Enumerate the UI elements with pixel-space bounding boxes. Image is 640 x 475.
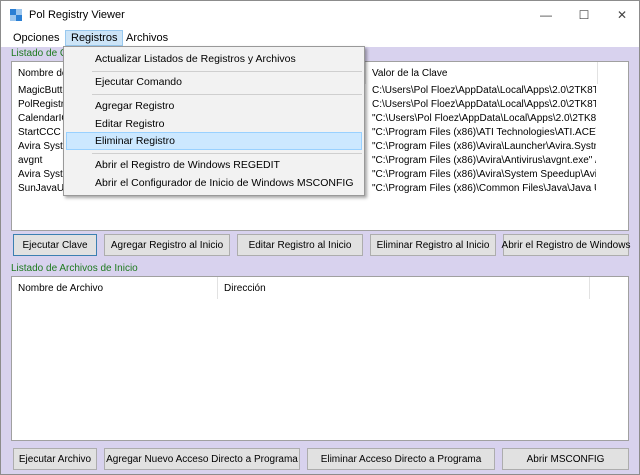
menu-bar: Opciones Registros Archivos: [1, 29, 639, 47]
window-title: Pol Registry Viewer: [29, 9, 125, 21]
title-bar[interactable]: Pol Registry Viewer — ☐ ✕: [1, 1, 639, 29]
row-value[interactable]: "C:\Program Files (x86)\Common Files\Jav…: [372, 183, 596, 197]
row-name[interactable]: avgnt: [18, 155, 68, 169]
abrir-registro-windows-button[interactable]: Abrir el Registro de Windows: [502, 234, 630, 256]
archivos-list[interactable]: Nombre de Archivo Dirección: [11, 276, 629, 441]
row-value[interactable]: "C:\Program Files (x86)\ATI Technologies…: [372, 127, 596, 141]
ejecutar-clave-button[interactable]: Ejecutar Clave: [13, 234, 97, 256]
app-window: Pol Registry Viewer — ☐ ✕ Opciones Regis…: [0, 0, 640, 475]
menu-item-abrir-msconfig[interactable]: Abrir el Configurador de Inicio de Windo…: [66, 174, 362, 192]
menu-item-actualizar-listados[interactable]: Actualizar Listados de Registros y Archi…: [66, 50, 362, 68]
menu-item-eliminar-registro[interactable]: Eliminar Registro: [66, 132, 362, 150]
column-header-nombre-archivo[interactable]: Nombre de Archivo: [12, 277, 218, 299]
menu-separator: [92, 71, 362, 72]
row-name[interactable]: SunJavaUp: [18, 183, 68, 197]
registry-app-icon: [10, 9, 22, 21]
archivos-group-label: Listado de Archivos de Inicio: [11, 263, 138, 274]
registros-dropdown-menu: Actualizar Listados de Registros y Archi…: [63, 46, 365, 196]
minimize-button[interactable]: —: [529, 1, 563, 29]
row-name[interactable]: MagicButto: [18, 85, 68, 99]
row-name[interactable]: PolRegistry\: [18, 99, 68, 113]
row-value[interactable]: "C:\Users\Pol Floez\AppData\Local\Apps\2…: [372, 113, 596, 127]
row-name[interactable]: Avira Systra: [18, 141, 68, 155]
ejecutar-archivo-button[interactable]: Ejecutar Archivo: [13, 448, 97, 470]
row-value[interactable]: "C:\Program Files (x86)\Avira\System Spe…: [372, 169, 596, 183]
editar-registro-inicio-button[interactable]: Editar Registro al Inicio: [237, 234, 363, 256]
menu-archivos[interactable]: Archivos: [120, 30, 174, 46]
menu-opciones[interactable]: Opciones: [7, 30, 65, 46]
eliminar-registro-inicio-button[interactable]: Eliminar Registro al Inicio: [370, 234, 496, 256]
row-name[interactable]: StartCCC: [18, 127, 68, 141]
column-header-direccion[interactable]: Dirección: [218, 277, 590, 299]
menu-item-editar-registro[interactable]: Editar Registro: [66, 115, 362, 133]
close-button[interactable]: ✕: [605, 1, 639, 29]
row-name[interactable]: CalendarIO: [18, 113, 68, 127]
column-header-valor[interactable]: Valor de la Clave: [366, 62, 598, 84]
menu-item-agregar-registro[interactable]: Agregar Registro: [66, 97, 362, 115]
row-name[interactable]: Avira Systen: [18, 169, 68, 183]
menu-separator: [92, 153, 362, 154]
eliminar-acceso-directo-button[interactable]: Eliminar Acceso Directo a Programa: [307, 448, 495, 470]
agregar-acceso-directo-button[interactable]: Agregar Nuevo Acceso Directo a Programa: [104, 448, 300, 470]
row-value[interactable]: C:\Users\Pol Floez\AppData\Local\Apps\2.…: [372, 99, 596, 113]
row-value[interactable]: "C:\Program Files (x86)\Avira\Launcher\A…: [372, 141, 596, 155]
menu-registros[interactable]: Registros: [65, 30, 124, 46]
maximize-button[interactable]: ☐: [567, 1, 601, 29]
menu-separator: [92, 94, 362, 95]
menu-item-ejecutar-comando[interactable]: Ejecutar Comando: [66, 73, 362, 91]
row-value[interactable]: "C:\Program Files (x86)\Avira\Antivirus\…: [372, 155, 596, 169]
agregar-registro-inicio-button[interactable]: Agregar Registro al Inicio: [104, 234, 230, 256]
menu-item-abrir-regedit[interactable]: Abrir el Registro de Windows REGEDIT: [66, 156, 362, 174]
row-value[interactable]: C:\Users\Pol Floez\AppData\Local\Apps\2.…: [372, 85, 596, 99]
abrir-msconfig-button[interactable]: Abrir MSCONFIG: [502, 448, 629, 470]
